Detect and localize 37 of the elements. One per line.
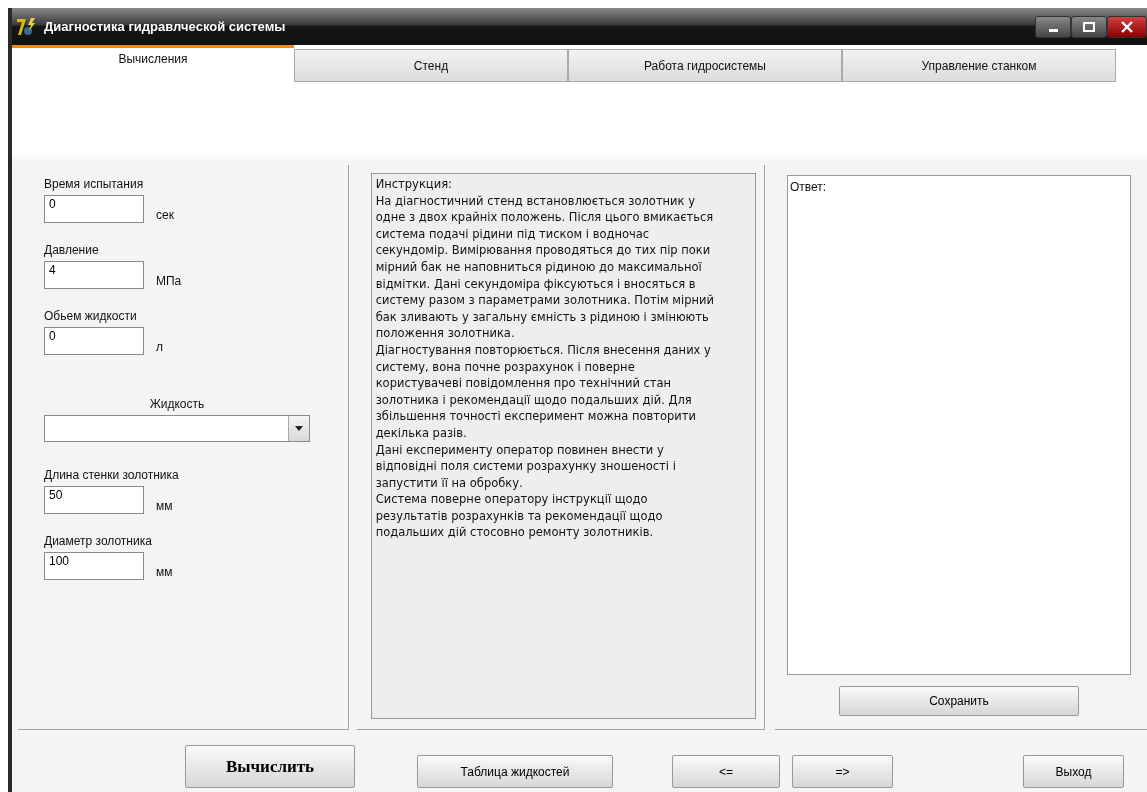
- answer-box[interactable]: Ответ:: [787, 175, 1131, 675]
- unit-label: МПа: [156, 274, 182, 288]
- close-icon: [1120, 20, 1134, 33]
- tab[interactable]: Управление станком: [842, 49, 1116, 82]
- unit-label: мм: [156, 565, 173, 579]
- tab[interactable]: Стенд: [294, 49, 568, 82]
- field-label: Диаметр золотника: [44, 534, 153, 548]
- dropdown-field[interactable]: [44, 415, 310, 442]
- instructions-text: Инструкция: На діагностичний стенд встановлюється золотник у одне з двох крайніх положень. Після цього вмикається система подачі рідини під тиском і водночас секундомір. Вимірювання проводяться до тих пір поки мірний бак не наповниться рідиною до максимальної відмітки. Дані секундоміра фіксуються і вносяться в систему разом з параметрами золотника. Потім мірний бак зливають у загальну ємність з рідиною і змінюють положення золотника. Діагностування повторюється. Після внесення даних у систему, вона почне розрахунок і поверне користувачеві повідомлення про технічний стан золотника і рекомендації щодо подальших дій. Для збільшення точності експеримент можна повторити декілька разів. Дані експерименту оператор повинен внести у відповідні поля системи розрахунку зношеності і запустити її на обробку. Система поверне оператору інструкції щодо результатів розрахунків та рекомендації щодо подальших дій стосовно ремонту золотників.: [370, 173, 756, 719]
- field-label: Длина стенки золотника: [44, 468, 180, 482]
- unit-label: мм: [156, 499, 173, 513]
- tab[interactable]: Работа гидросистемы: [568, 49, 842, 82]
- close-button[interactable]: [1107, 15, 1147, 38]
- field-label: Жидкость: [148, 397, 206, 411]
- field-label: Давление: [44, 243, 100, 257]
- unit-label: сек: [156, 208, 174, 222]
- input-field[interactable]: 4: [44, 261, 144, 289]
- action-button[interactable]: =>: [792, 755, 893, 788]
- action-button[interactable]: Таблица жидкостей: [417, 755, 613, 788]
- input-field[interactable]: 0: [44, 327, 144, 355]
- minimize-icon: [1048, 28, 1058, 32]
- field-label: Обьем жидкости: [44, 309, 138, 323]
- input-field[interactable]: 100: [44, 552, 144, 580]
- action-button[interactable]: Вычислить: [185, 745, 355, 788]
- minimize-button[interactable]: [1035, 15, 1071, 38]
- input-field[interactable]: 0: [44, 195, 144, 223]
- window-title: Диагностика гидравлческой системы: [44, 19, 287, 34]
- input-field[interactable]: 50: [44, 486, 144, 514]
- save-button[interactable]: Сохранить: [839, 686, 1079, 716]
- action-button[interactable]: <=: [672, 755, 780, 788]
- field-label: Время испытания: [44, 177, 145, 191]
- dropdown-arrow-icon: [295, 426, 303, 431]
- action-button[interactable]: Выход: [1023, 755, 1124, 788]
- maximize-icon: [1082, 21, 1096, 32]
- maximize-button[interactable]: [1071, 15, 1107, 38]
- unit-label: л: [156, 340, 163, 354]
- app-logo-icon: [16, 16, 38, 37]
